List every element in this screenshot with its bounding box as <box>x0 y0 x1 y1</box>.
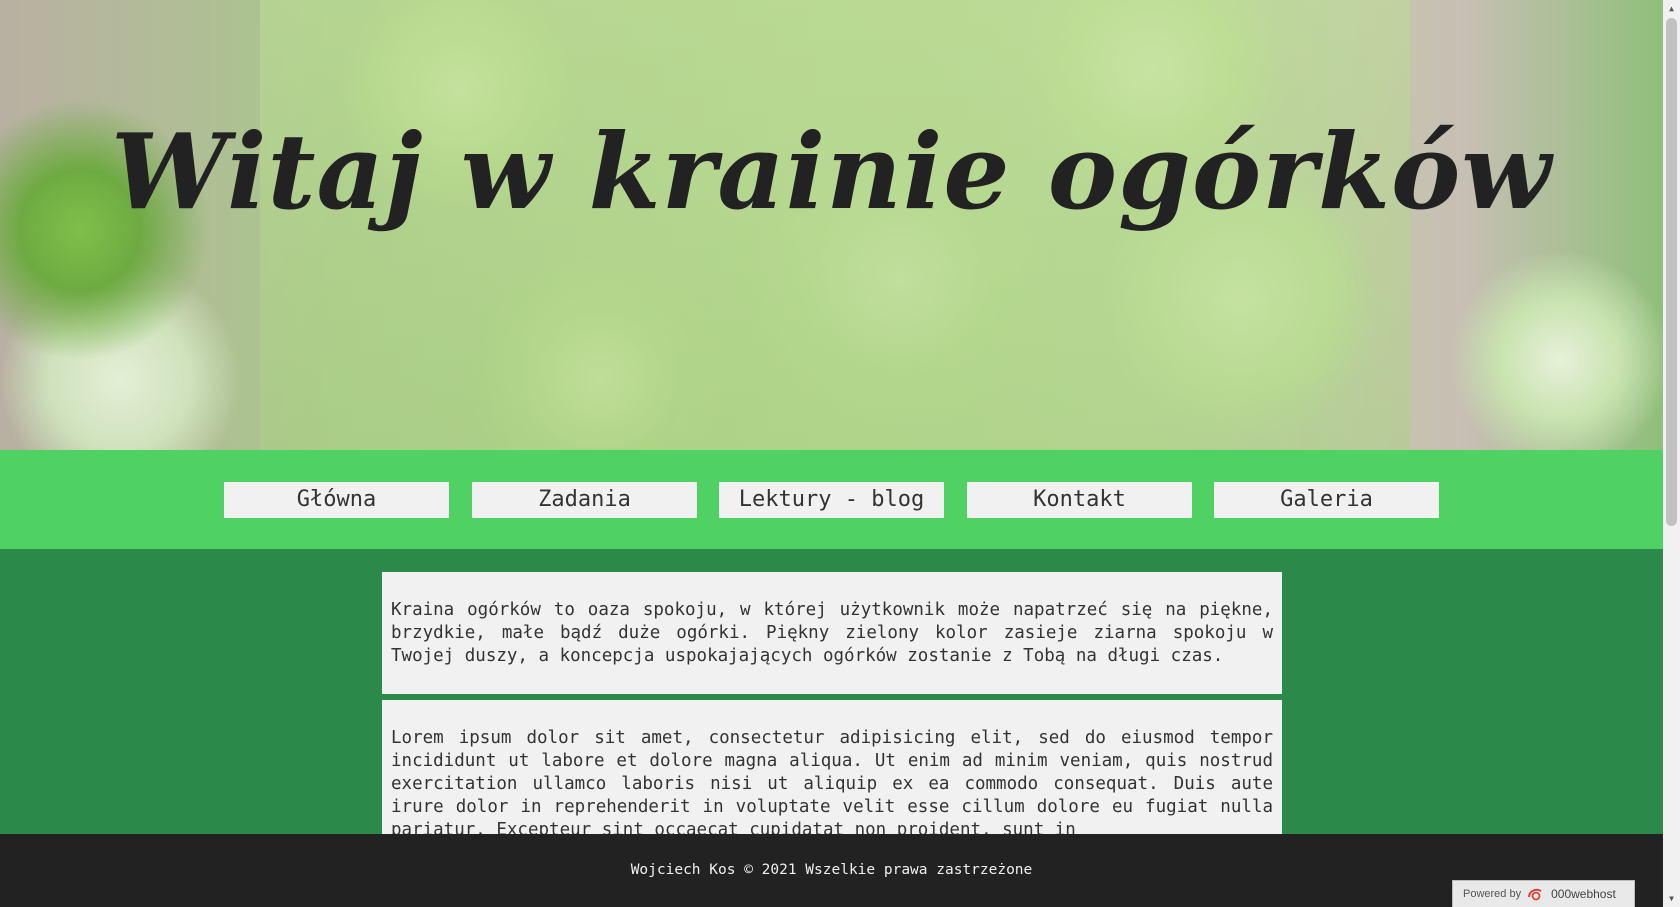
000webhost-logo-icon <box>1527 887 1545 901</box>
nav-item-zadania[interactable]: Zadania <box>472 482 697 518</box>
scroll-up-icon[interactable]: ▲ <box>1663 0 1680 17</box>
powered-by-badge[interactable]: Powered by 000webhost <box>1452 880 1635 907</box>
intro-paragraph: Kraina ogórków to oaza spokoju, w której… <box>391 600 1273 666</box>
lorem-paragraph: Lorem ipsum dolor sit amet, consectetur … <box>391 728 1273 834</box>
scroll-thumb[interactable] <box>1666 18 1677 526</box>
page: Witaj w krainie ogórków Główna Zadania L… <box>0 0 1680 907</box>
hero-banner: Witaj w krainie ogórków <box>0 0 1663 450</box>
main-content: Kraina ogórków to oaza spokoju, w której… <box>0 549 1663 834</box>
badge-brand: 000webhost <box>1551 887 1616 901</box>
intro-card: Kraina ogórków to oaza spokoju, w której… <box>382 572 1282 694</box>
powered-by-label: Powered by <box>1463 888 1522 900</box>
main-nav: Główna Zadania Lektury - blog Kontakt Ga… <box>0 450 1663 549</box>
lorem-card: Lorem ipsum dolor sit amet, consectetur … <box>382 700 1282 834</box>
page-title: Witaj w krainie ogórków <box>111 110 1552 233</box>
footer: Wojciech Kos © 2021 Wszelkie prawa zastr… <box>0 834 1663 907</box>
nav-item-lektury-blog[interactable]: Lektury - blog <box>719 482 944 518</box>
footer-copyright: Wojciech Kos © 2021 Wszelkie prawa zastr… <box>630 862 1033 878</box>
nav-item-glowna[interactable]: Główna <box>224 482 449 518</box>
scrollbar[interactable]: ▲ ▼ <box>1663 0 1680 907</box>
scroll-down-icon[interactable]: ▼ <box>1663 890 1680 907</box>
nav-item-kontakt[interactable]: Kontakt <box>967 482 1192 518</box>
nav-item-galeria[interactable]: Galeria <box>1214 482 1439 518</box>
